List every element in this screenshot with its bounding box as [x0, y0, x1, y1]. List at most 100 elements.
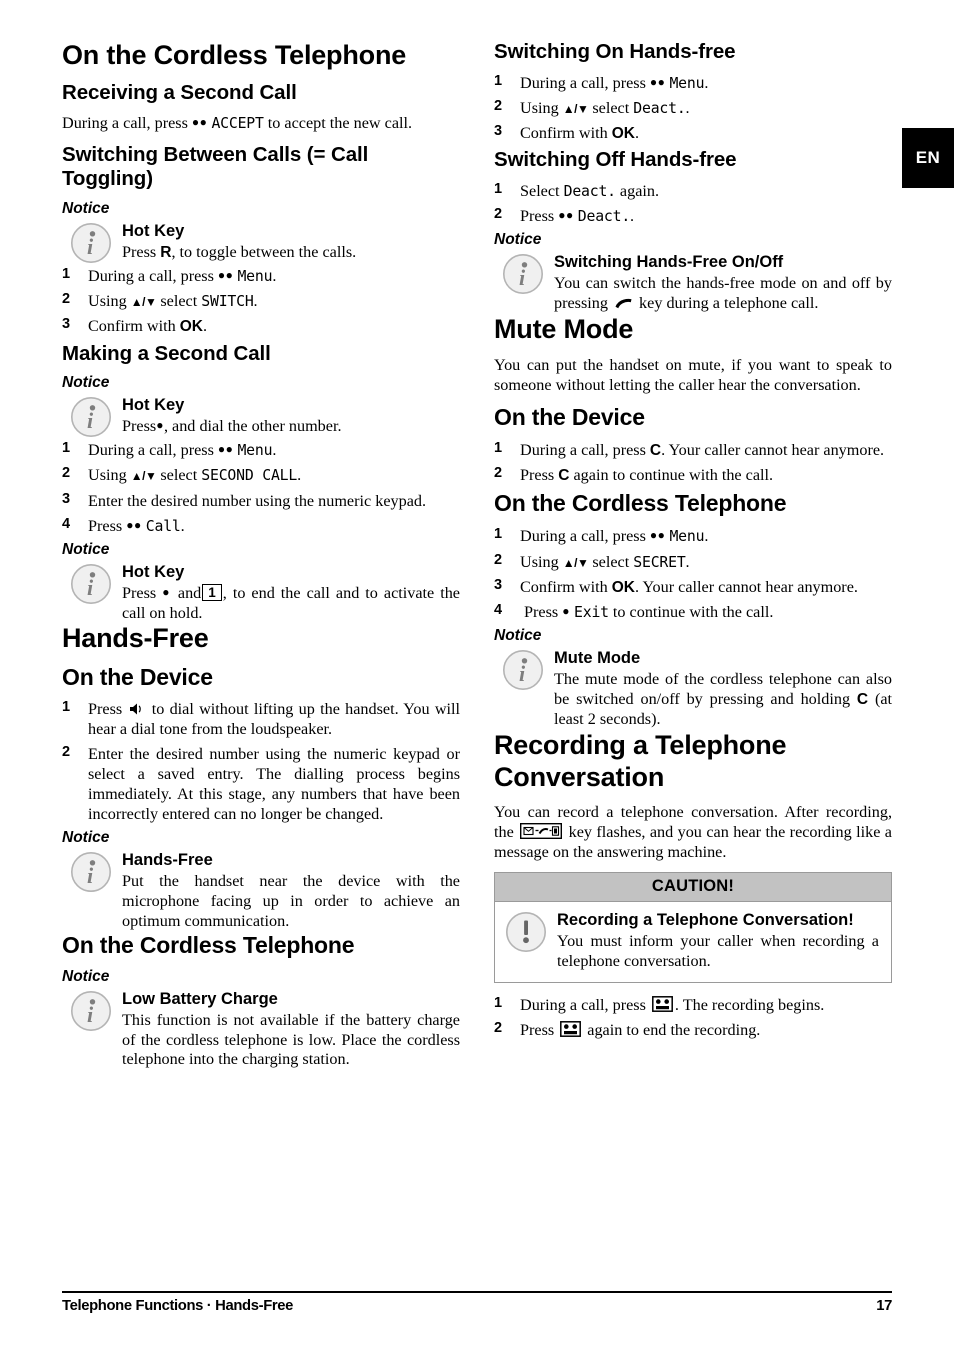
step-text: Press	[520, 466, 555, 484]
page-footer: Telephone Functions · Hands-Free 17	[62, 1291, 892, 1314]
notice-text-hot-key-2: Press●, and dial the other number.	[122, 417, 460, 437]
list-item: 2 Press ●● Deact..	[494, 206, 892, 226]
list-item: 1 Select Deact. again.	[494, 181, 892, 201]
heading-switching-off-hands-free: Switching Off Hands-free	[494, 148, 737, 172]
softkey-dots-icon: ●●	[558, 208, 574, 223]
step-text-end: .	[685, 98, 690, 117]
notice-label-7: Notice	[494, 627, 542, 645]
svg-text:i: i	[87, 234, 94, 259]
list-item: 1 During a call, press . The recording b…	[494, 995, 892, 1015]
softkey-dots-icon: ●●	[217, 442, 234, 457]
key-label-r: R	[160, 243, 172, 261]
text-b: and	[177, 583, 202, 602]
language-tab: EN	[902, 128, 954, 188]
step-text: Press	[520, 207, 555, 226]
step-text-mid: select	[592, 552, 630, 571]
step-number: 2	[494, 465, 503, 481]
softkey-dots-icon: ●●	[649, 74, 666, 89]
notice-text-low-battery: This function is not available if the ba…	[122, 1010, 460, 1069]
step-text-end: .	[180, 516, 185, 535]
info-icon: i	[70, 396, 112, 438]
step-text-end: again.	[619, 181, 660, 200]
keypad-key-1-icon: 1	[202, 583, 222, 602]
notice-text-hot-key-3: Press ● and 1, to end the call and to act…	[122, 583, 460, 624]
heading-receiving-a-second-call: Receiving a Second Call	[62, 80, 297, 104]
heading-switching-between-calls: Switching Between Calls (= Call Toggling…	[62, 142, 369, 191]
text-after: to accept the new call.	[267, 114, 413, 133]
steps-mute-cordless: 1 During a call, press ●● Menu. 2 Using …	[494, 526, 892, 622]
step-number: 4	[494, 601, 503, 618]
list-item: 2 Using ▲/▼ select SWITCH.	[62, 291, 460, 311]
step-text: Using	[88, 466, 127, 485]
text-b: , to toggle between the calls.	[171, 242, 357, 261]
step-text: Press	[524, 602, 559, 621]
info-icon: i	[70, 222, 112, 264]
list-item: 1 During a call, press ●● Menu.	[62, 266, 460, 286]
steps-making-second-call: 1 During a call, press ●● Menu. 2 Using …	[62, 440, 460, 536]
step-text-mid: select	[160, 292, 198, 311]
step-text-end: .	[704, 73, 709, 92]
lcd-label-switch: SWITCH	[201, 293, 254, 311]
handset-icon	[615, 298, 632, 309]
heading-on-the-cordless-telephone-handsfree: On the Cordless Telephone	[62, 931, 355, 958]
step-text-end: .	[202, 317, 208, 336]
list-item: 3 Confirm with OK.	[494, 123, 892, 143]
steps-switching-off-hands-free: 1 Select Deact. again. 2 Press ●● Deact.…	[494, 181, 892, 227]
caution-title: Recording a Telephone Conversation!	[557, 911, 854, 930]
key-label-c: C	[649, 441, 662, 459]
notice-label-5: Notice	[62, 967, 110, 985]
step-text: Press	[88, 700, 123, 719]
heading-switching-on-hands-free: Switching On Hands-free	[494, 40, 736, 63]
softkey-dots-icon: ●●	[126, 517, 142, 532]
heading-making-a-second-call: Making a Second Call	[62, 341, 271, 365]
step-number: 2	[62, 744, 71, 761]
heading-mute-mode: Mute Mode	[494, 313, 634, 344]
step-number: 1	[494, 180, 503, 197]
language-tab-label: EN	[915, 148, 941, 167]
step-text-end: .	[704, 527, 709, 546]
list-item: 1 Press to dial without lifting up the h…	[62, 699, 460, 739]
step-text-end: again to end the recording.	[587, 1020, 761, 1039]
lcd-label-call: Call	[145, 517, 181, 535]
cassette-icon	[651, 995, 673, 1012]
info-icon: i	[502, 649, 544, 691]
lcd-label-deact: Deact.	[633, 99, 686, 117]
notice-label-4: Notice	[62, 829, 110, 847]
notice-text-switching-hands-free: You can switch the hands-free mode on an…	[554, 274, 892, 314]
notice-block-hands-free: i Hands-Free Put the handset near the de…	[62, 851, 460, 931]
left-column: On the Cordless Telephone Receiving a Se…	[62, 40, 460, 1070]
notice-block-hot-key-3: i Hot Key Press ● and 1, to end the call …	[62, 563, 460, 623]
info-icon: i	[70, 851, 112, 893]
step-text-end: .	[297, 466, 302, 485]
steps-switching-on-hands-free: 1 During a call, press ●● Menu. 2 Using …	[494, 73, 892, 144]
list-item: 2 Using ▲/▼ select Deact..	[494, 98, 892, 118]
heading-on-the-cordless-telephone: On the Cordless Telephone	[62, 40, 407, 70]
step-text: During a call, press	[88, 266, 214, 285]
footer-divider	[62, 1291, 892, 1293]
notice-text-hot-key-1: Press R, to toggle between the calls.	[122, 243, 460, 263]
svg-text:i: i	[87, 1002, 94, 1027]
step-text-end: .	[253, 292, 258, 311]
paragraph-mute-mode-intro: You can put the handset on mute, if you …	[494, 355, 892, 394]
key-label-c: C	[856, 690, 869, 708]
notice-title-hands-free: Hands-Free	[122, 851, 213, 870]
step-number: 1	[494, 994, 503, 1011]
heading-on-the-cordless-telephone-mute: On the Cordless Telephone	[494, 490, 787, 517]
lcd-label-secret: SECRET	[633, 553, 686, 571]
lcd-label-menu: Menu	[669, 74, 705, 92]
step-number: 1	[62, 265, 71, 282]
caution-box: CAUTION! Recording a Telephone Conversat…	[494, 872, 892, 983]
notice-label-2: Notice	[62, 374, 110, 392]
lcd-label-exit: Exit	[574, 603, 609, 621]
heading-recording-a-telephone-conversation: Recording a Telephone Conversation	[494, 729, 787, 792]
step-text-end: to continue with the call.	[612, 602, 774, 621]
two-column-body: On the Cordless Telephone Receiving a Se…	[62, 40, 892, 1255]
list-item: 2 Using ▲/▼ select SECRET.	[494, 552, 892, 572]
list-item: 1 During a call, press ●● Menu.	[494, 526, 892, 546]
notice-block-switching-hands-free: i Switching Hands-Free On/Off You can sw…	[494, 253, 892, 313]
info-icon: i	[70, 563, 112, 605]
step-number: 2	[494, 97, 503, 114]
text-a: Press	[122, 583, 157, 602]
notice-title-mute-mode: Mute Mode	[554, 649, 641, 668]
softkey-dots-icon: ●●	[649, 528, 666, 543]
